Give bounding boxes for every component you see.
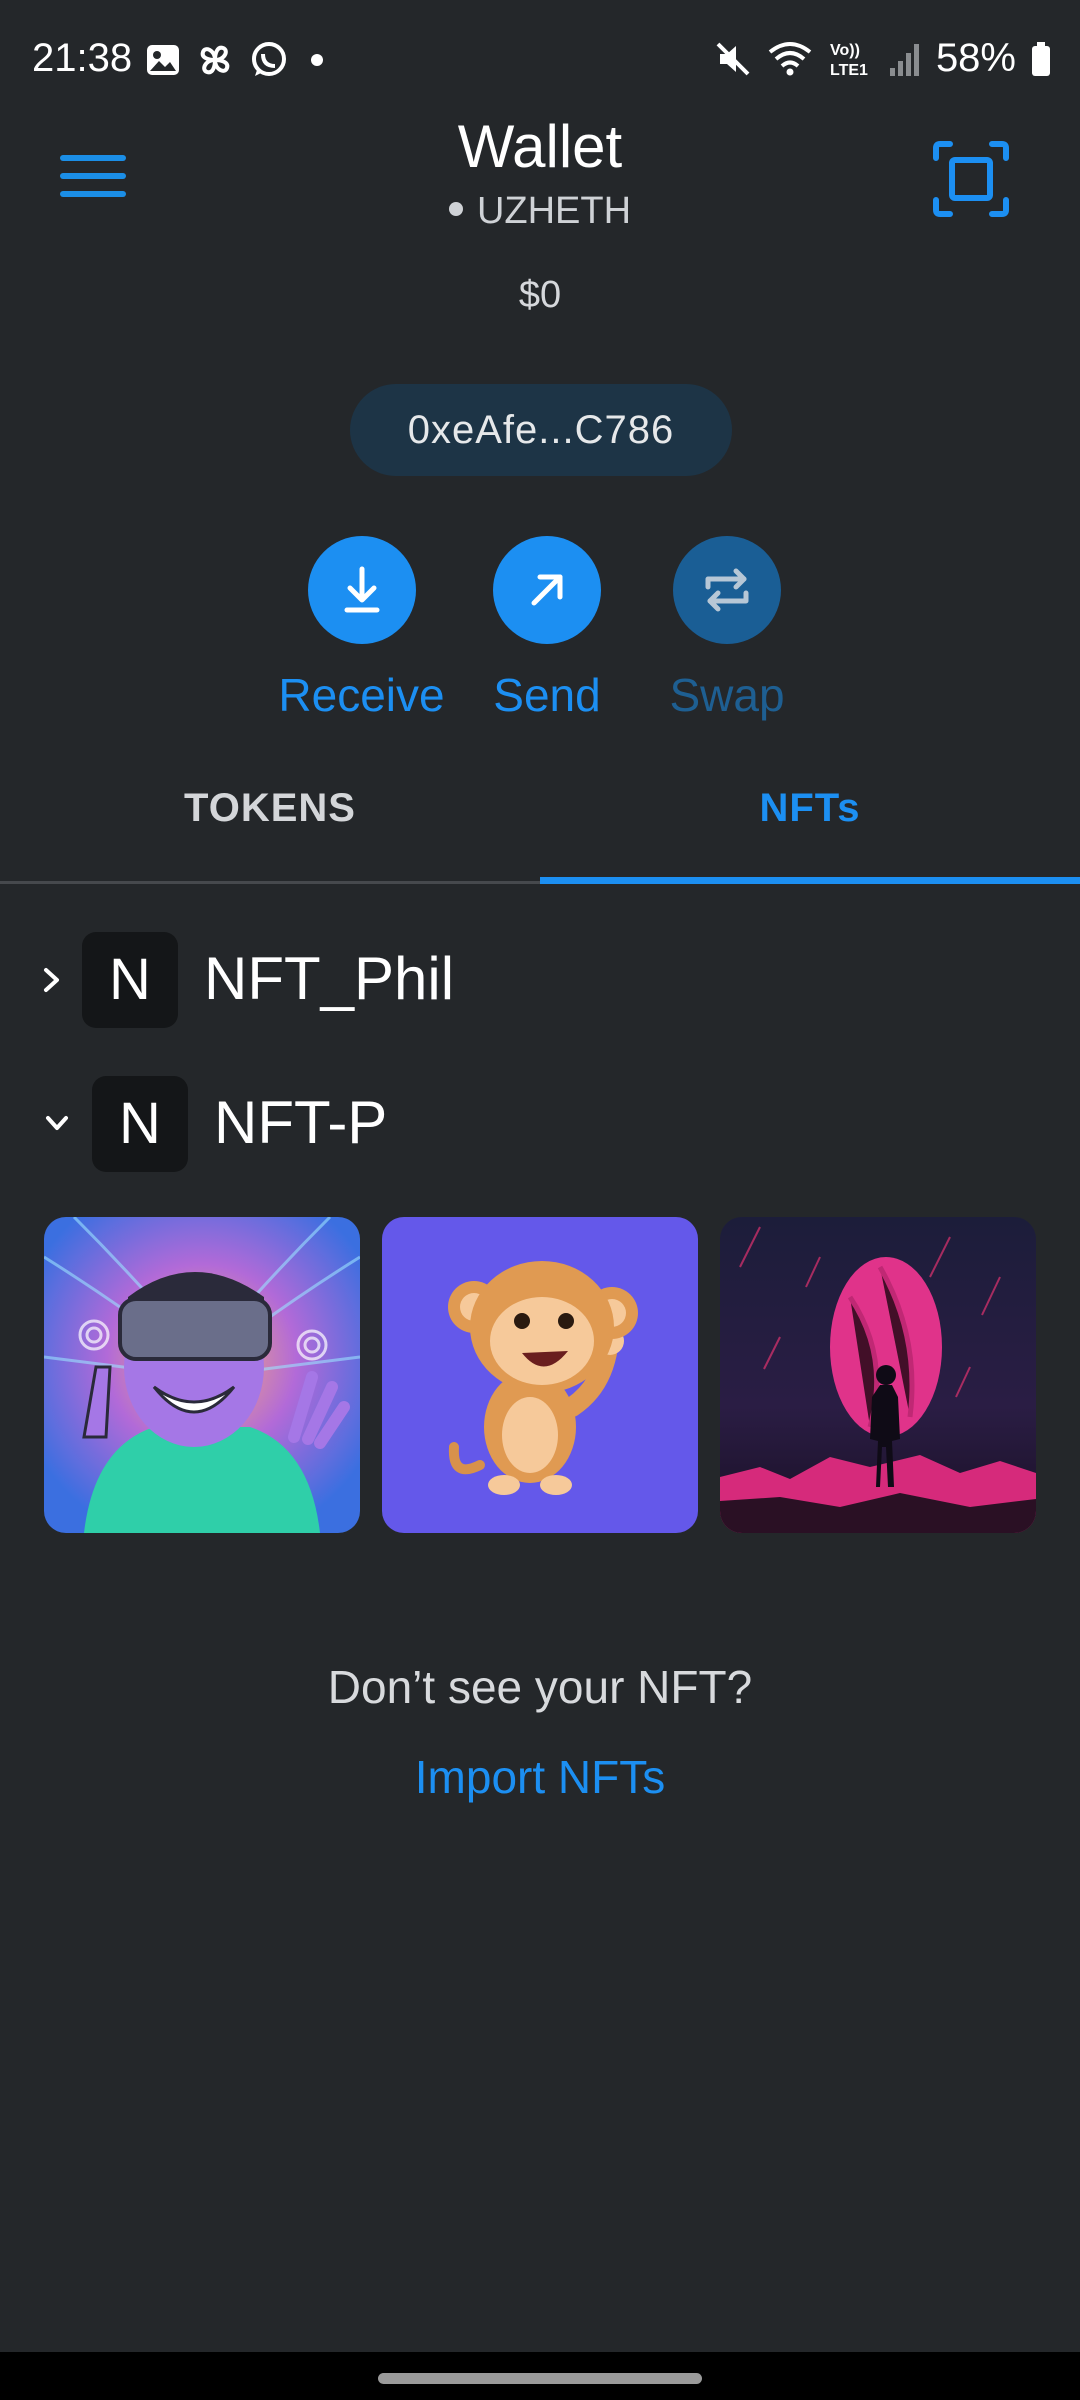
page-title: Wallet [457,113,623,180]
arrow-up-right-icon [531,574,563,606]
nft-image-silhouette [720,1217,1036,1533]
receive-action[interactable]: Receive [274,536,449,722]
swap-icon [705,568,749,612]
receive-button[interactable] [307,536,416,644]
collection-nft-phil[interactable]: N NFT_Phil [0,932,1080,1032]
account-balance: $0 [518,274,562,316]
nft-image-monkey [382,1217,698,1533]
nft-grid [44,1217,1036,1533]
import-nfts-link[interactable]: Import NFTs [0,1750,1080,1804]
send-button[interactable] [493,536,601,644]
svg-text:LTE1: LTE1 [830,62,868,79]
scan-qr-button[interactable] [932,140,1010,218]
nft-card-silhouette[interactable] [720,1217,1036,1533]
swap-button[interactable] [673,536,781,644]
dot-icon [311,54,323,66]
swap-label: Swap [669,669,785,721]
receive-label: Receive [278,669,445,721]
send-action[interactable]: Send [483,536,611,722]
network-name: UZHETH [476,190,632,232]
tab-tokens[interactable]: TOKENS [0,760,540,884]
network-dot-icon [448,201,463,216]
wallet-screen: 21:38 Vo)) LTE1 58% Wallet UZHETH $0 0xe… [0,0,1080,2400]
nft-card-monkey[interactable] [382,1217,698,1533]
nft-image-vr-character [44,1217,360,1533]
collection-name: NFT_Phil [204,945,455,1012]
status-bar: 21:38 Vo)) LTE1 58% [0,0,1080,120]
asset-tabs: TOKENS NFTs [0,760,1080,884]
status-right: Vo)) LTE1 58% [714,36,1052,81]
chevron-right-icon [44,968,59,992]
collection-name: NFT-P [214,1089,388,1156]
volte-icon: Vo)) LTE1 [830,42,868,79]
chevron-down-icon [46,1116,68,1130]
send-label: Send [493,669,601,721]
signal-icon [889,43,919,76]
nft-card-vr-character[interactable] [44,1217,360,1533]
gallery-icon [147,45,179,75]
collection-avatar: N [92,1076,188,1172]
collection-nft-p[interactable]: N NFT-P [0,1076,1080,1176]
network-selector[interactable]: UZHETH [0,190,1080,233]
swap-action[interactable]: Swap [660,536,794,722]
status-time: 21:38 [32,36,133,80]
download-icon [344,566,379,613]
tab-nfts[interactable]: NFTs [540,760,1080,884]
mute-icon [716,42,750,75]
collection-avatar: N [82,932,178,1028]
home-indicator[interactable] [378,2373,702,2384]
wifi-icon [768,41,812,75]
pinwheel-icon [200,45,230,75]
svg-text:Vo)): Vo)) [830,42,860,59]
battery-icon [1032,41,1050,76]
status-left-icons [145,40,331,80]
empty-state-question: Don’t see your NFT? [327,1661,753,1713]
whatsapp-icon [252,42,286,76]
battery-percent: 58% [935,36,1016,80]
account-address-button[interactable]: 0xeAfe...C786 [350,384,732,476]
tab-active-indicator [540,877,1080,884]
